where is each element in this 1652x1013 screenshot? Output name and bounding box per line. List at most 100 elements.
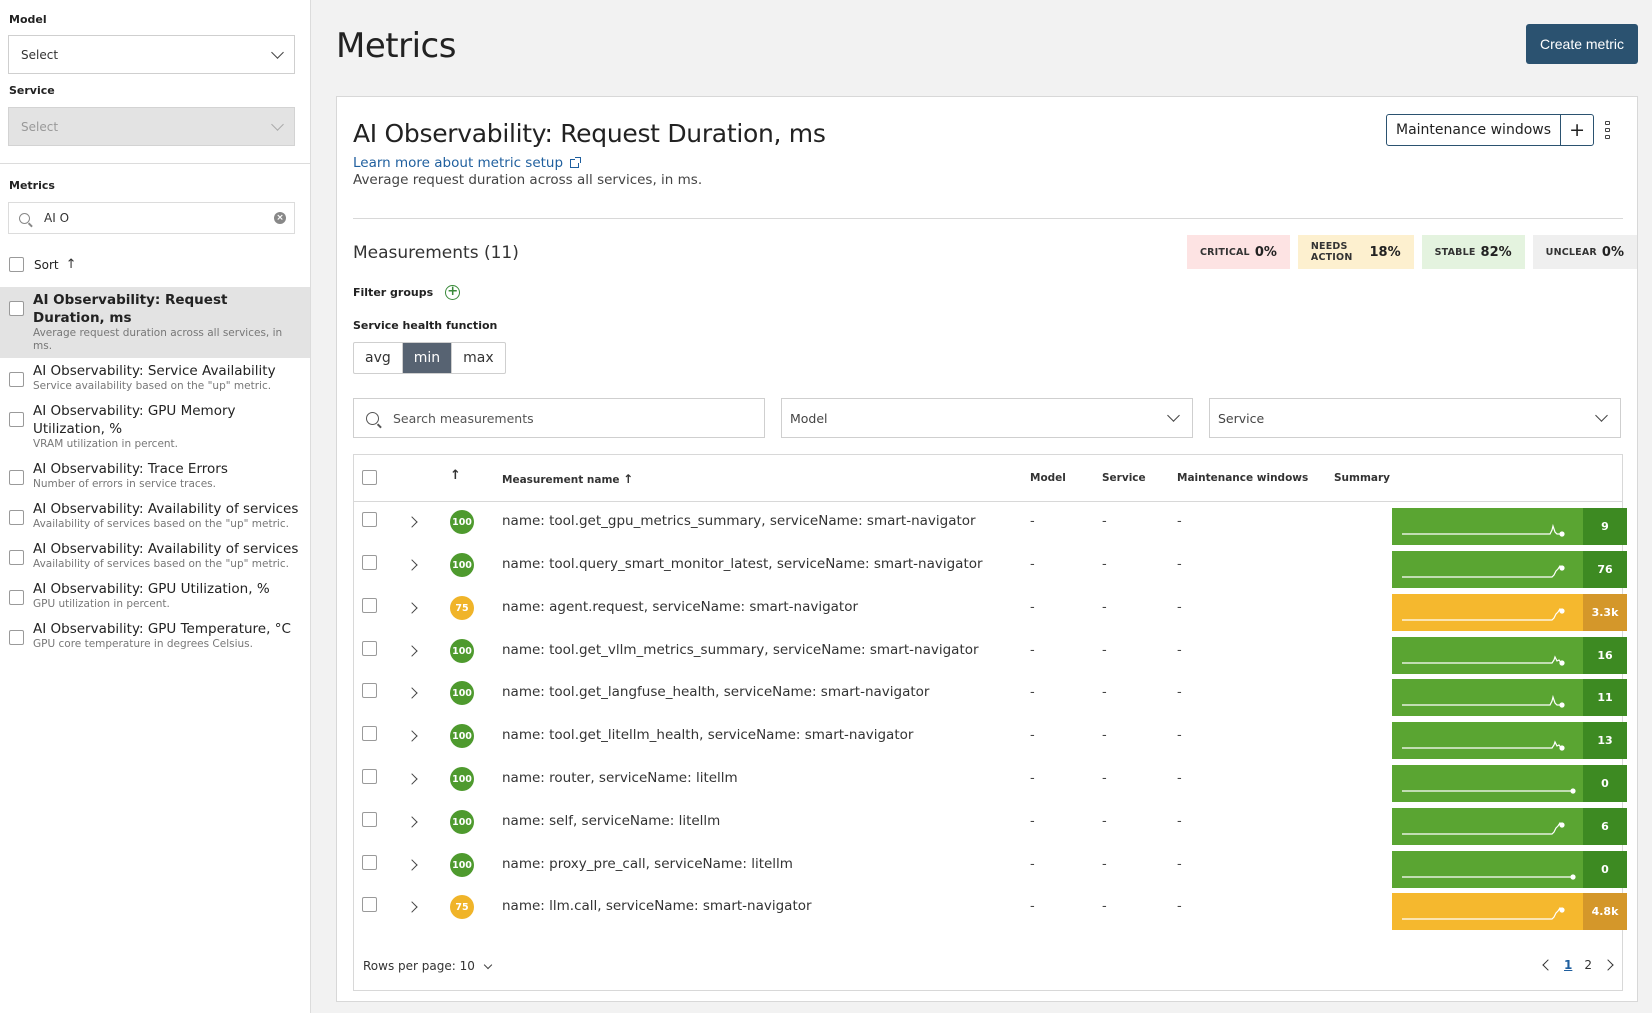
- health-option-min[interactable]: min: [402, 343, 453, 373]
- search-measurements-input[interactable]: Search measurements: [353, 398, 765, 438]
- pagination: 12: [1542, 958, 1614, 972]
- col-model[interactable]: Model: [1030, 472, 1066, 484]
- sparkline-chart: [1392, 551, 1583, 588]
- measurement-name[interactable]: name: llm.call, serviceName: smart-navig…: [502, 898, 812, 914]
- measurement-name[interactable]: name: tool.get_langfuse_health, serviceN…: [502, 684, 929, 700]
- add-maintenance-window-button[interactable]: +: [1560, 115, 1593, 145]
- health-option-avg[interactable]: avg: [354, 343, 403, 373]
- row-checkbox[interactable]: [362, 641, 377, 656]
- status-badge[interactable]: CRITICAL 0%: [1187, 235, 1290, 269]
- chevron-right-icon[interactable]: [406, 773, 418, 785]
- summary-sparkline[interactable]: 4.8k: [1392, 893, 1627, 930]
- card-divider: [353, 218, 1623, 219]
- metric-checkbox[interactable]: [9, 412, 24, 427]
- measurement-name[interactable]: name: tool.get_gpu_metrics_summary, serv…: [502, 513, 976, 529]
- sort-asc-icon[interactable]: ↑: [66, 257, 77, 272]
- clear-icon[interactable]: ×: [274, 212, 286, 224]
- row-checkbox[interactable]: [362, 598, 377, 613]
- summary-sparkline[interactable]: 13: [1392, 722, 1627, 759]
- metric-checkbox[interactable]: [9, 630, 24, 645]
- measurement-name[interactable]: name: proxy_pre_call, serviceName: litel…: [502, 856, 793, 872]
- metric-list-item[interactable]: AI Observability: Service Availability Se…: [0, 358, 310, 398]
- measurement-name[interactable]: name: router, serviceName: litellm: [502, 770, 738, 786]
- model-select[interactable]: Select: [8, 35, 295, 74]
- service-filter-select[interactable]: Service: [1209, 398, 1621, 438]
- row-checkbox[interactable]: [362, 769, 377, 784]
- chevron-right-icon[interactable]: [406, 687, 418, 699]
- page-2[interactable]: 2: [1584, 958, 1592, 972]
- metric-checkbox[interactable]: [9, 301, 24, 316]
- metric-list-item[interactable]: AI Observability: Request Duration, ms Av…: [0, 287, 310, 358]
- metric-list-item[interactable]: AI Observability: Availability of servic…: [0, 496, 310, 536]
- chevron-right-icon[interactable]: [406, 730, 418, 742]
- metrics-search-input[interactable]: AI O ×: [8, 202, 295, 234]
- summary-sparkline[interactable]: 0: [1392, 765, 1627, 802]
- cell-model: -: [1030, 557, 1035, 572]
- col-measurement-name[interactable]: Measurement name ↑: [502, 472, 633, 486]
- row-checkbox[interactable]: [362, 726, 377, 741]
- measurement-name[interactable]: name: tool.query_smart_monitor_latest, s…: [502, 556, 983, 572]
- metric-checkbox[interactable]: [9, 372, 24, 387]
- col-summary[interactable]: Summary: [1334, 472, 1390, 484]
- metric-checkbox[interactable]: [9, 550, 24, 565]
- summary-sparkline[interactable]: 11: [1392, 679, 1627, 716]
- chevron-right-icon[interactable]: [406, 645, 418, 657]
- summary-sparkline[interactable]: 76: [1392, 551, 1627, 588]
- status-badge[interactable]: NEEDS ACTION 18%: [1297, 235, 1414, 269]
- summary-sparkline[interactable]: 9: [1392, 508, 1627, 545]
- measurement-name[interactable]: name: self, serviceName: litellm: [502, 813, 720, 829]
- cell-service: -: [1102, 557, 1107, 572]
- status-badge-label: CRITICAL: [1200, 246, 1250, 258]
- metric-list-item[interactable]: AI Observability: GPU Temperature, °C GPU…: [0, 616, 310, 656]
- add-filter-group-icon[interactable]: +: [445, 285, 461, 300]
- measurement-name[interactable]: name: tool.get_litellm_health, serviceNa…: [502, 727, 913, 743]
- table-row: 100 name: tool.get_vllm_metrics_summary, …: [354, 633, 1627, 678]
- maintenance-windows-button[interactable]: Maintenance windows: [1387, 115, 1560, 145]
- create-metric-button[interactable]: Create metric: [1526, 24, 1638, 64]
- summary-sparkline[interactable]: 6: [1392, 808, 1627, 845]
- chevron-left-icon[interactable]: [1542, 959, 1554, 971]
- status-badge[interactable]: STABLE 82%: [1421, 235, 1525, 269]
- health-option-max[interactable]: max: [452, 343, 505, 373]
- chevron-right-icon[interactable]: [406, 901, 418, 913]
- chevron-right-icon[interactable]: [406, 602, 418, 614]
- chevron-right-icon[interactable]: [406, 816, 418, 828]
- select-all-rows-checkbox[interactable]: [362, 470, 377, 485]
- page-1[interactable]: 1: [1564, 958, 1572, 972]
- more-options-icon[interactable]: [1605, 121, 1610, 139]
- summary-value: 13: [1583, 722, 1627, 759]
- health-score-badge: 100: [450, 681, 474, 705]
- summary-sparkline[interactable]: 16: [1392, 637, 1627, 674]
- model-filter-select[interactable]: Model: [781, 398, 1193, 438]
- metric-checkbox[interactable]: [9, 470, 24, 485]
- summary-sparkline[interactable]: 0: [1392, 851, 1627, 888]
- measurement-name[interactable]: name: tool.get_vllm_metrics_summary, ser…: [502, 642, 979, 658]
- row-checkbox[interactable]: [362, 555, 377, 570]
- metric-list-item[interactable]: AI Observability: GPU Utilization, % GPU …: [0, 576, 310, 616]
- col-service[interactable]: Service: [1102, 472, 1146, 484]
- row-checkbox[interactable]: [362, 897, 377, 912]
- metric-list-item[interactable]: AI Observability: Availability of servic…: [0, 536, 310, 576]
- col-maintenance-windows[interactable]: Maintenance windows: [1177, 472, 1308, 484]
- summary-value: 4.8k: [1583, 893, 1627, 930]
- select-all-checkbox[interactable]: [9, 257, 24, 272]
- chevron-right-icon[interactable]: [406, 559, 418, 571]
- row-checkbox[interactable]: [362, 512, 377, 527]
- status-badge[interactable]: UNCLEAR 0%: [1532, 235, 1637, 269]
- chevron-right-icon[interactable]: [406, 859, 418, 871]
- summary-sparkline[interactable]: 3.3k: [1392, 594, 1627, 631]
- metric-item-title: AI Observability: Trace Errors: [33, 461, 228, 477]
- chevron-right-icon[interactable]: [1602, 959, 1614, 971]
- row-checkbox[interactable]: [362, 855, 377, 870]
- learn-more-link[interactable]: Learn more about metric setup: [353, 155, 582, 171]
- metric-list-item[interactable]: AI Observability: Trace Errors Number of …: [0, 456, 310, 496]
- sort-score-icon[interactable]: ↑: [450, 468, 461, 483]
- row-checkbox[interactable]: [362, 812, 377, 827]
- metric-checkbox[interactable]: [9, 590, 24, 605]
- measurement-name[interactable]: name: agent.request, serviceName: smart-…: [502, 599, 858, 615]
- rows-per-page-select[interactable]: Rows per page: 10: [363, 959, 493, 973]
- chevron-right-icon[interactable]: [406, 516, 418, 528]
- metric-list-item[interactable]: AI Observability: GPU Memory Utilization…: [0, 398, 310, 456]
- row-checkbox[interactable]: [362, 683, 377, 698]
- metric-checkbox[interactable]: [9, 510, 24, 525]
